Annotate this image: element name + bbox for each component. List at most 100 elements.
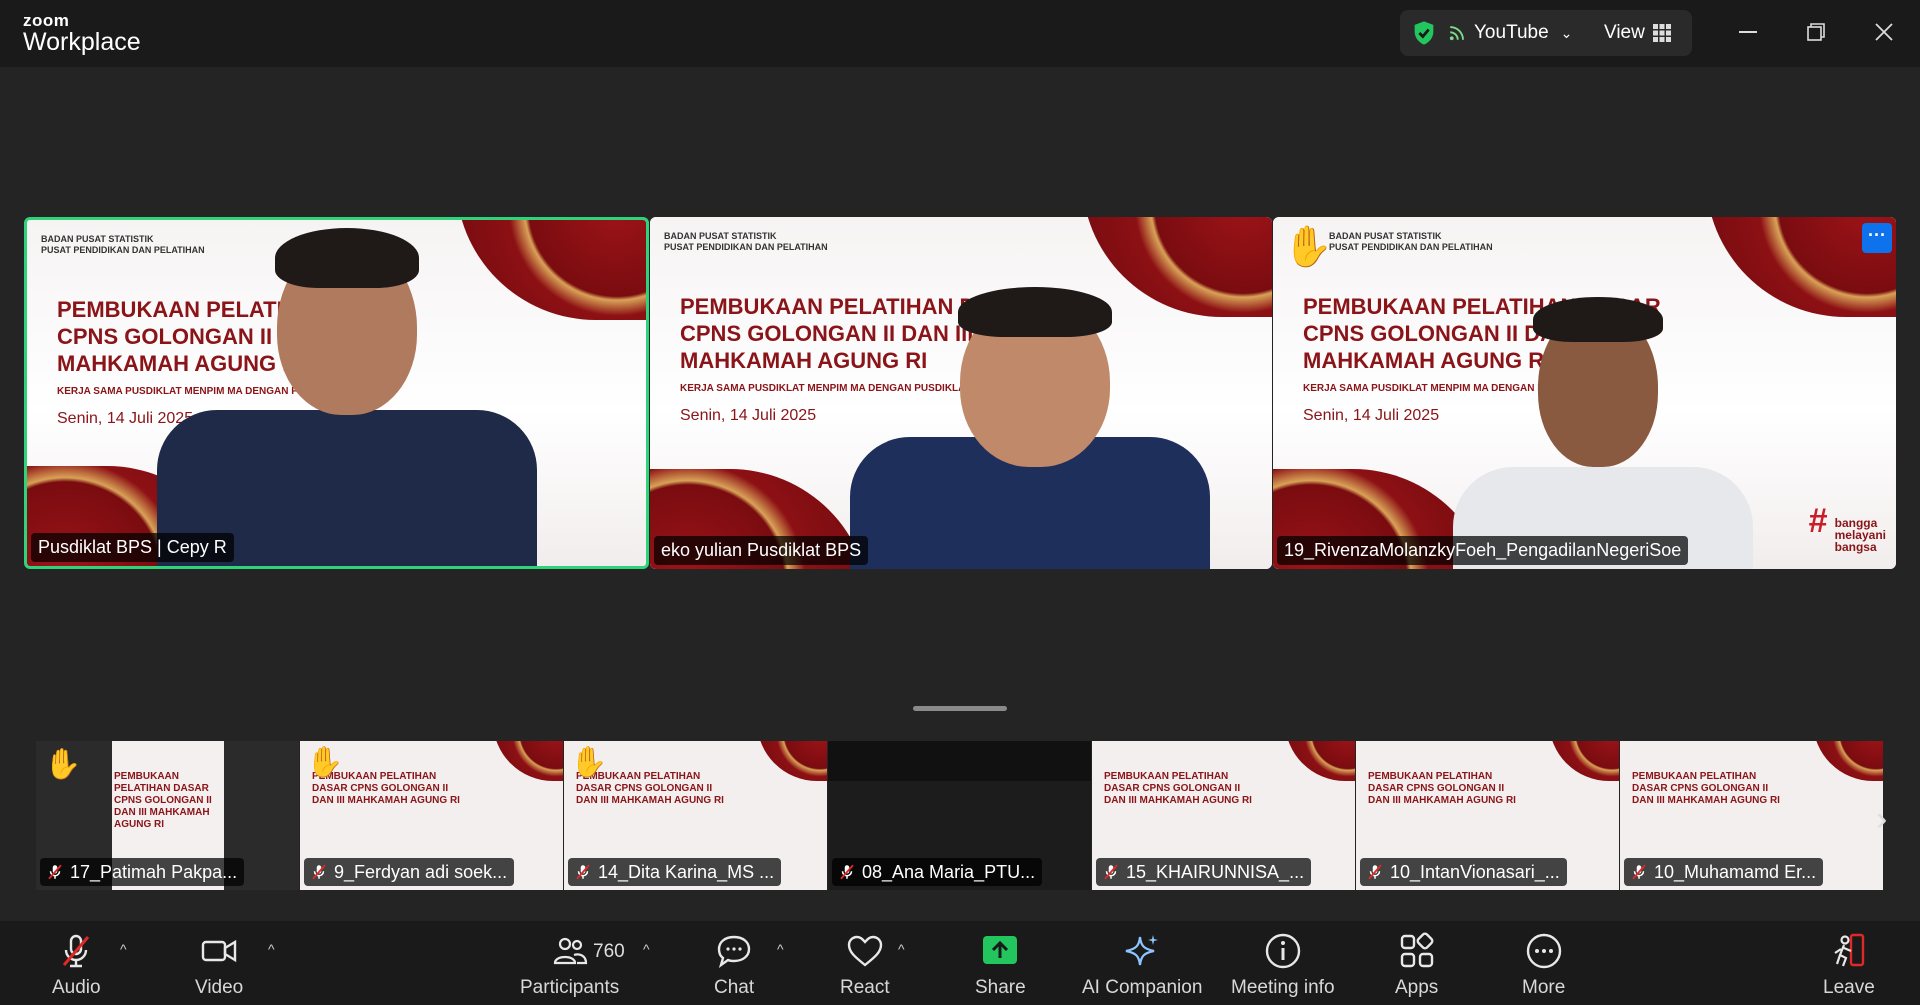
participant-name-tag: 10_Muhamamd Er...	[1624, 858, 1824, 886]
participant-name-tag: 08_Ana Maria_PTU...	[832, 858, 1043, 886]
video-label: Video	[195, 977, 244, 998]
participant-name-tag: eko yulian Pusdiklat BPS	[654, 536, 869, 565]
mic-off-icon	[576, 864, 590, 880]
resize-handle[interactable]	[913, 706, 1007, 711]
gallery-tile[interactable]: 08_Ana Maria_PTU...	[828, 741, 1091, 890]
heart-icon	[847, 935, 883, 967]
meeting-info-label: Meeting info	[1231, 977, 1335, 998]
gallery-tile[interactable]: PEMBUKAAN PELATIHAN DASAR CPNS GOLONGAN …	[300, 741, 563, 890]
zoom-logo: zoom Workplace	[23, 12, 141, 55]
brand-top: zoom	[23, 11, 70, 30]
shield-check-icon[interactable]	[1410, 19, 1438, 47]
view-label: View	[1604, 22, 1645, 43]
leave-icon	[1834, 933, 1865, 967]
raised-hand-icon: ✋	[44, 748, 82, 781]
react-button[interactable]: React	[840, 931, 890, 999]
restore-icon[interactable]	[1798, 14, 1834, 50]
slide-title: PEMBUKAAN PELATIHAN DASAR CPNS GOLONGAN …	[1632, 771, 1780, 806]
participants-label: Participants	[520, 977, 620, 998]
participant-name-tag: 15_KHAIRUNNISA_...	[1096, 858, 1312, 886]
chevron-down-icon: ⌄	[1560, 24, 1573, 41]
slide-decoration	[1285, 741, 1355, 781]
mic-off-icon	[63, 934, 90, 968]
participant-name-tag: 19_RivenzaMolanzkyFoeh_PengadilanNegeriS…	[1277, 536, 1689, 565]
slide-date: Senin, 14 Juli 2025	[1303, 407, 1440, 424]
view-button[interactable]: View	[1604, 22, 1671, 44]
chevron-up-icon[interactable]: ^	[643, 941, 650, 957]
gallery-tile[interactable]: PEMBUKAAN PELATIHAN DASAR CPNS GOLONGAN …	[36, 741, 299, 890]
slide-decoration	[493, 741, 563, 781]
video-button[interactable]: Video	[195, 931, 243, 999]
participants-icon	[553, 937, 587, 965]
mic-off-icon	[48, 864, 62, 880]
share-label: Share	[975, 977, 1026, 998]
grid-icon	[1652, 24, 1671, 42]
chat-button[interactable]: Chat	[714, 931, 754, 999]
video-tile-speaker-1[interactable]: BADAN PUSAT STATISTIK PUSAT PENDIDIKAN DA…	[24, 217, 649, 569]
apps-label: Apps	[1395, 977, 1439, 998]
react-label: React	[840, 977, 890, 998]
participant-video	[820, 287, 1240, 569]
live-stream-button[interactable]: YouTube ⌄	[1448, 22, 1572, 44]
chevron-up-icon[interactable]: ^	[268, 941, 275, 957]
slide-decoration	[757, 741, 827, 781]
video-tile-speaker-3[interactable]: BADAN PUSAT STATISTIK PUSAT PENDIDIKAN DA…	[1273, 217, 1896, 569]
more-button[interactable]: More	[1522, 931, 1565, 999]
mic-off-icon	[1368, 864, 1382, 880]
apps-button[interactable]: Apps	[1395, 931, 1438, 999]
chevron-up-icon[interactable]: ^	[898, 941, 905, 957]
gallery-strip: PEMBUKAAN PELATIHAN DASAR CPNS GOLONGAN …	[36, 741, 1884, 890]
gallery-tile[interactable]: PEMBUKAAN PELATIHAN DASAR CPNS GOLONGAN …	[1620, 741, 1883, 890]
mic-off-icon	[840, 864, 854, 880]
slide-title: PEMBUKAAN PELATIHAN DASAR CPNS GOLONGAN …	[1104, 771, 1252, 806]
participant-count: 760	[593, 941, 625, 962]
ai-companion-label: AI Companion	[1082, 977, 1203, 998]
participant-name-tag: 14_Dita Karina_MS ...	[568, 858, 782, 886]
audio-button[interactable]: Audio	[52, 931, 101, 999]
more-icon	[1526, 933, 1561, 969]
slide-decoration	[1549, 741, 1619, 781]
ai-companion-button[interactable]: AI Companion	[1082, 931, 1202, 999]
mic-off-icon	[1632, 864, 1646, 880]
mic-off-icon	[312, 864, 326, 880]
gallery-tile[interactable]: PEMBUKAAN PELATIHAN DASAR CPNS GOLONGAN …	[1092, 741, 1355, 890]
apps-icon	[1400, 932, 1434, 968]
meeting-toolbar: Audio ^ Video ^ Participants 760 ^ Chat …	[0, 921, 1920, 1005]
gallery-tile[interactable]: PEMBUKAAN PELATIHAN DASAR CPNS GOLONGAN …	[1356, 741, 1619, 890]
info-icon	[1265, 933, 1300, 969]
participant-name-tag: 10_IntanVionasari_...	[1360, 858, 1567, 886]
gallery-tile[interactable]: PEMBUKAAN PELATIHAN DASAR CPNS GOLONGAN …	[564, 741, 827, 890]
leave-button[interactable]: Leave	[1823, 931, 1875, 999]
leave-label: Leave	[1823, 977, 1875, 998]
title-bar: zoom Workplace YouTube ⌄ View	[0, 0, 1920, 67]
participant-name-tag: 9_Ferdyan adi soek...	[304, 858, 515, 886]
chevron-up-icon[interactable]: ^	[777, 941, 784, 957]
close-icon[interactable]	[1866, 14, 1902, 50]
slide-date: Senin, 14 Juli 2025	[680, 407, 817, 424]
more-label: More	[1522, 977, 1566, 998]
participant-video	[117, 220, 597, 566]
slide-title: PEMBUKAAN PELATIHAN DASAR CPNS GOLONGAN …	[1368, 771, 1516, 806]
raised-hand-icon: ✋	[570, 746, 608, 779]
share-button[interactable]: Share	[975, 931, 1026, 999]
meeting-info-button[interactable]: Meeting info	[1231, 931, 1335, 999]
video-tile-speaker-2[interactable]: BADAN PUSAT STATISTIK PUSAT PENDIDIKAN DA…	[650, 217, 1272, 569]
tile-more-options-button[interactable]: ···	[1862, 223, 1892, 253]
stream-label: YouTube	[1474, 22, 1549, 43]
brand-bottom: Workplace	[23, 28, 141, 56]
mic-off-icon	[1104, 864, 1118, 880]
slide-tagline: # bangga melayani bangsa	[1808, 502, 1886, 554]
raised-hand-icon: ✋	[1283, 225, 1333, 269]
raised-hand-icon: ✋	[306, 746, 344, 779]
slide-decoration	[1813, 741, 1883, 781]
chat-label: Chat	[714, 977, 755, 998]
slide-org-header: BADAN PUSAT STATISTIK PUSAT PENDIDIKAN DA…	[1329, 231, 1493, 252]
share-screen-icon	[983, 936, 1018, 964]
slide-org-header: BADAN PUSAT STATISTIK PUSAT PENDIDIKAN DA…	[664, 231, 828, 252]
sparkle-icon	[1125, 935, 1159, 966]
chevron-up-icon[interactable]: ^	[120, 941, 127, 957]
chevron-right-icon[interactable]: ›	[1876, 800, 1887, 839]
minimize-icon[interactable]	[1730, 14, 1766, 50]
titlebar-controls: YouTube ⌄ View	[1400, 10, 1692, 56]
slide-title: PEMBUKAAN PELATIHAN DASAR CPNS GOLONGAN …	[114, 771, 212, 830]
